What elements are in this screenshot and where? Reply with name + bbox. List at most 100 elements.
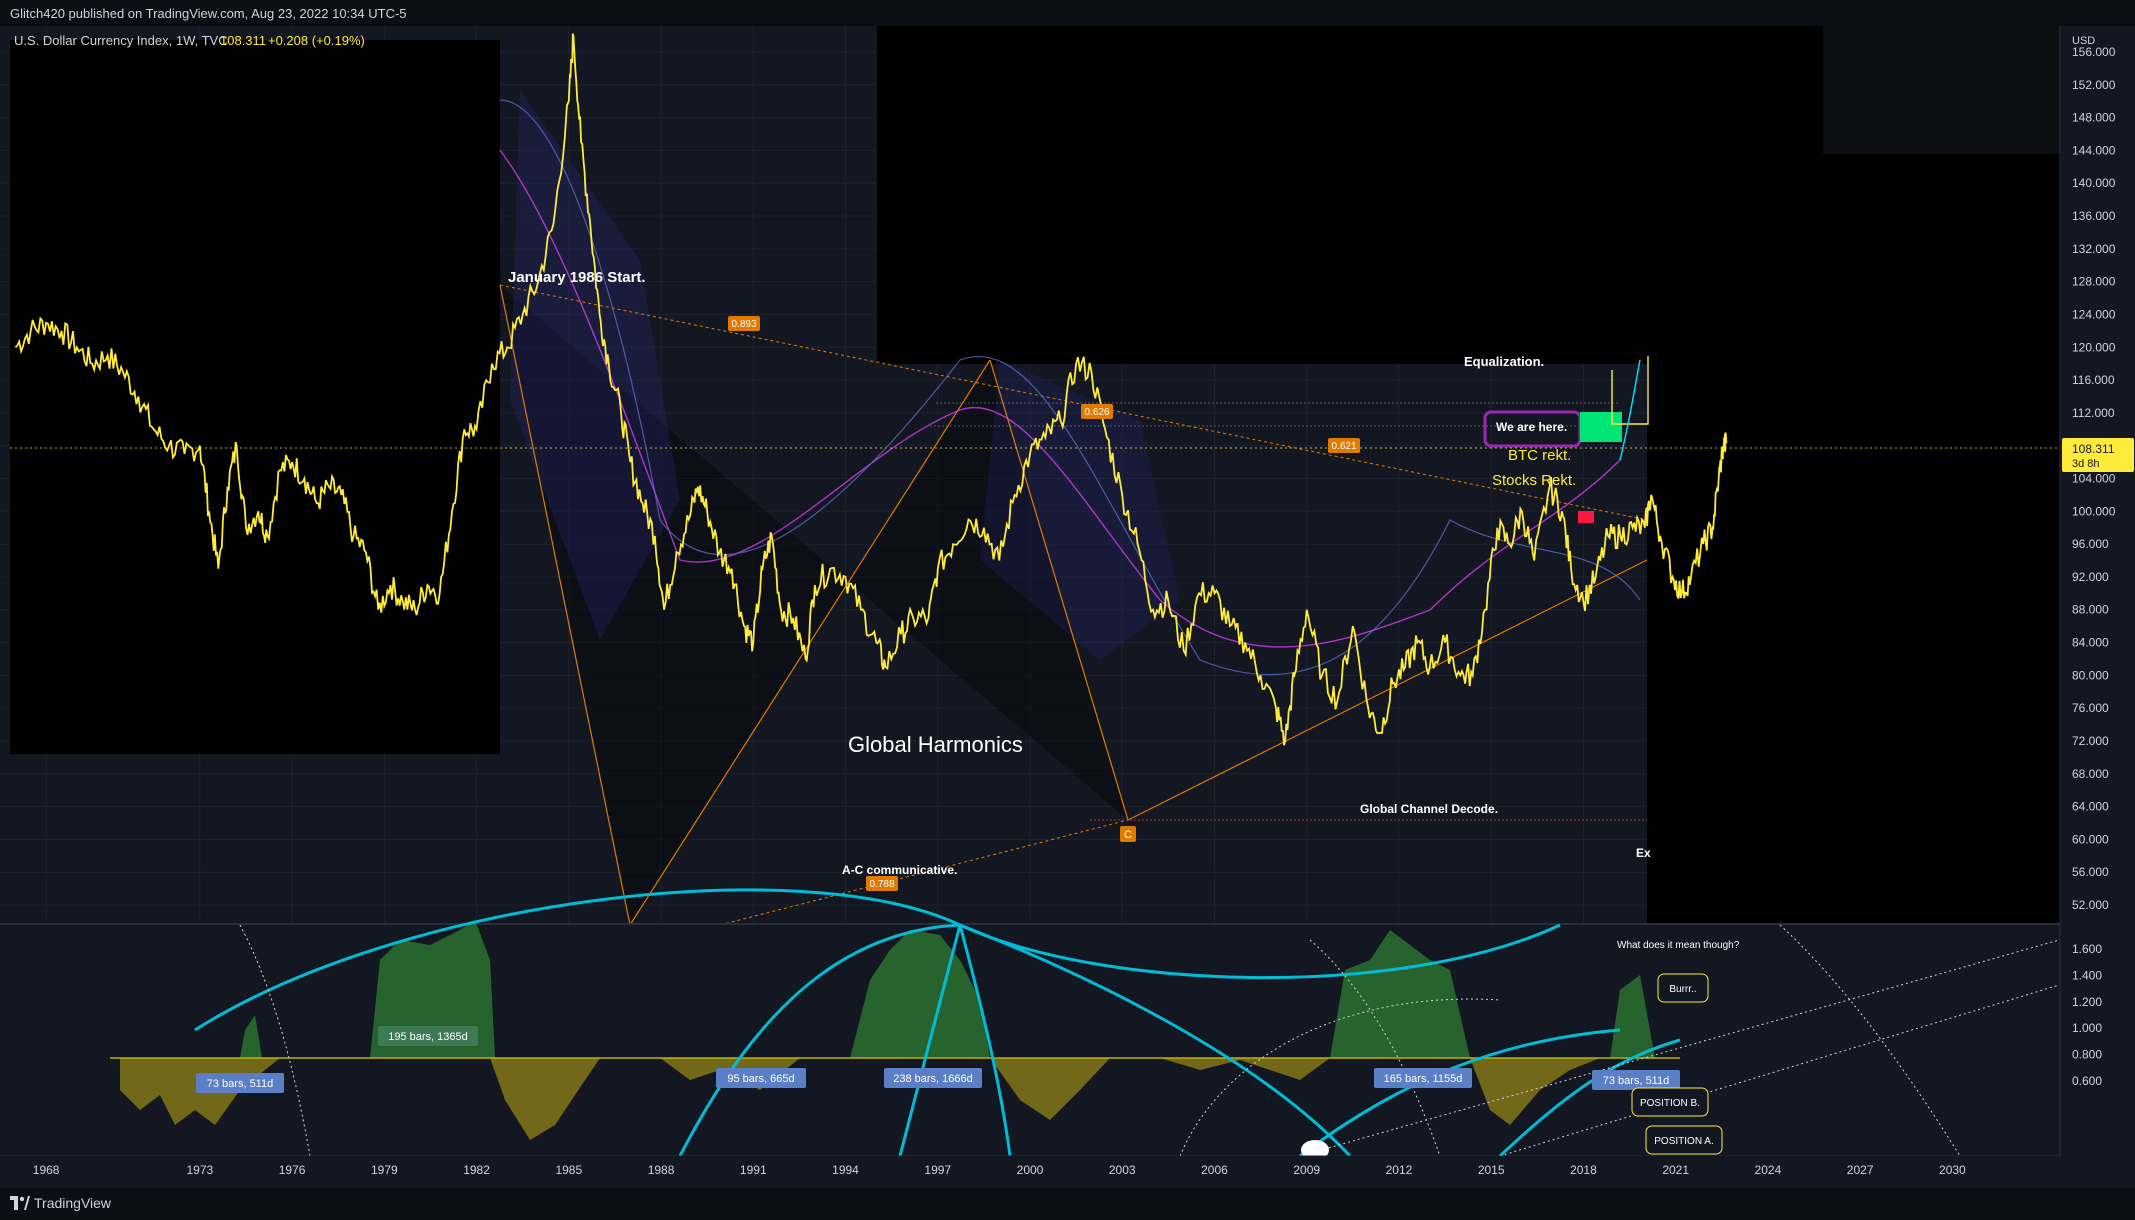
time-tick-label: 1982 [463,1163,490,1177]
annotation-ac-communicative: A-C communicative. [842,863,957,877]
price-tick-label: 56.000 [2072,865,2109,879]
time-tick-label: 2021 [1662,1163,1689,1177]
annotation-we-are-here: We are here. [1496,420,1567,434]
time-axis-labels: 1968 1973 1976 1979 1982 1985 1988 1991 1994 1997… [33,1163,1966,1177]
svg-text:73 bars, 511d: 73 bars, 511d [207,1078,273,1090]
price-chart[interactable]: U.S. Dollar Currency Index, 1W, TVC 108.… [0,26,2135,1156]
time-tick-label: 2003 [1109,1163,1136,1177]
current-price-value: 108.311 [2072,442,2115,456]
indicator-tick-label: 0.600 [2072,1074,2102,1088]
callout-position-a: POSITION A. [1645,1125,1723,1155]
symbol-name: U.S. Dollar Currency Index, 1W, TVC [14,33,228,48]
footer-brand: TradingView [34,1195,112,1211]
callout-burrr: Burrr.. [1657,973,1709,1003]
overlay-panel-top-right [1823,26,2059,156]
indicator-tick-label: 0.800 [2072,1048,2102,1062]
overlay-panel-right [1647,154,2060,924]
svg-text:165 bars, 1155d: 165 bars, 1155d [1384,1073,1463,1085]
time-tick-label: 2006 [1201,1163,1228,1177]
fib-label-0788: 0.788 [866,876,898,891]
svg-text:Burrr..: Burrr.. [1669,984,1696,995]
time-tick-label: 1988 [648,1163,675,1177]
annotation-equalization: Equalization. [1464,354,1544,369]
time-tick-label: 1968 [33,1163,60,1177]
indicator-tick-label: 1.200 [2072,995,2102,1009]
time-tick-label: 1997 [924,1163,951,1177]
symbol-change: +0.208 (+0.19%) [268,33,365,48]
price-tick-label: 140.000 [2072,176,2116,190]
svg-text:0.788: 0.788 [869,879,894,890]
time-tick-label: 1976 [279,1163,306,1177]
price-tick-label: 136.000 [2072,209,2116,223]
indicator-tick-label: 1.600 [2072,942,2102,956]
price-tick-label: 96.000 [2072,537,2109,551]
point-c-label: C [1120,826,1136,842]
bars-label-2: 195 bars, 1365d [378,1026,478,1046]
svg-text:195 bars, 1365d: 195 bars, 1365d [388,1031,468,1043]
fib-label-0621: 0.621 [1328,438,1360,453]
price-tick-label: 100.000 [2072,504,2116,518]
price-tick-label: 120.000 [2072,340,2116,354]
indicator-pane[interactable]: 73 bars, 511d 195 bars, 1365d 95 bars, 6… [0,888,2060,1156]
bars-label-3: 95 bars, 665d [716,1068,806,1088]
overlay-panel-left [10,40,500,754]
price-tick-label: 128.000 [2072,275,2116,289]
price-tick-label: 84.000 [2072,636,2109,650]
price-tick-label: 52.000 [2072,898,2109,912]
current-price-countdown: 3d 8h [2072,458,2100,470]
time-tick-label: 1985 [555,1163,582,1177]
svg-text:238 bars, 1666d: 238 bars, 1666d [893,1073,973,1085]
price-tick-label: 148.000 [2072,111,2116,125]
svg-text:POSITION B.: POSITION B. [1640,1098,1700,1109]
time-tick-label: 2009 [1293,1163,1320,1177]
symbol-price: 108.311 [220,33,266,48]
time-tick-label: 1991 [740,1163,767,1177]
time-tick-label: 2030 [1939,1163,1966,1177]
time-tick-label: 2012 [1386,1163,1413,1177]
time-tick-label: 1973 [186,1163,213,1177]
footer: TradingView [0,1188,2135,1220]
svg-text:0.621: 0.621 [1331,441,1356,452]
svg-text:0.893: 0.893 [731,319,756,330]
published-info: Glitch420 published on TradingView.com, … [10,6,407,21]
price-tick-label: 72.000 [2072,734,2109,748]
price-tick-label: 112.000 [2072,406,2115,420]
price-axis[interactable]: USD 156.000152.000148.000144.000140.0001… [2059,26,2135,1156]
price-tick-label: 132.000 [2072,242,2116,256]
annotation-stocks: Stocks Rekt. [1492,472,1576,489]
time-tick-label: 2000 [1017,1163,1044,1177]
price-tick-label: 124.000 [2072,307,2116,321]
price-tick-label: 64.000 [2072,800,2109,814]
annotation-ex: Ex [1636,846,1651,860]
indicator-pane-background [0,925,2059,1156]
price-tick-label: 68.000 [2072,767,2109,781]
time-tick-label: 1979 [371,1163,398,1177]
price-tick-label: 92.000 [2072,570,2109,584]
svg-text:C: C [1124,829,1132,841]
bars-label-6: 73 bars, 511d [1592,1070,1680,1090]
fib-label-0893: 0.893 [728,316,760,331]
price-tick-label: 60.000 [2072,832,2109,846]
svg-text:0.626: 0.626 [1084,407,1109,418]
annotation-january-start: January 1986 Start. [508,269,646,286]
price-tick-label: 144.000 [2072,143,2116,157]
svg-text:POSITION A.: POSITION A. [1654,1136,1713,1147]
fib-label-0626: 0.626 [1081,404,1113,419]
bars-label-5: 165 bars, 1155d [1374,1068,1472,1088]
svg-text:95 bars, 665d: 95 bars, 665d [727,1073,794,1085]
time-tick-label: 2015 [1478,1163,1505,1177]
tradingview-logo-icon [10,1196,30,1210]
price-tick-label: 80.000 [2072,668,2109,682]
indicator-tick-label: 1.000 [2072,1021,2102,1035]
red-marker [1578,511,1594,523]
price-tick-label: 152.000 [2072,78,2116,92]
time-tick-label: 2024 [1755,1163,1782,1177]
callout-what-mean: What does it mean though? [1617,940,1740,951]
annotation-global-channel: Global Channel Decode. [1360,802,1498,816]
indicator-tick-label: 1.400 [2072,968,2102,982]
price-tick-label: 76.000 [2072,701,2109,715]
annotation-btc: BTC rekt. [1508,447,1571,464]
publish-header: Glitch420 published on TradingView.com, … [0,0,2135,26]
price-tick-label: 156.000 [2072,45,2116,59]
time-tick-label: 1994 [832,1163,859,1177]
